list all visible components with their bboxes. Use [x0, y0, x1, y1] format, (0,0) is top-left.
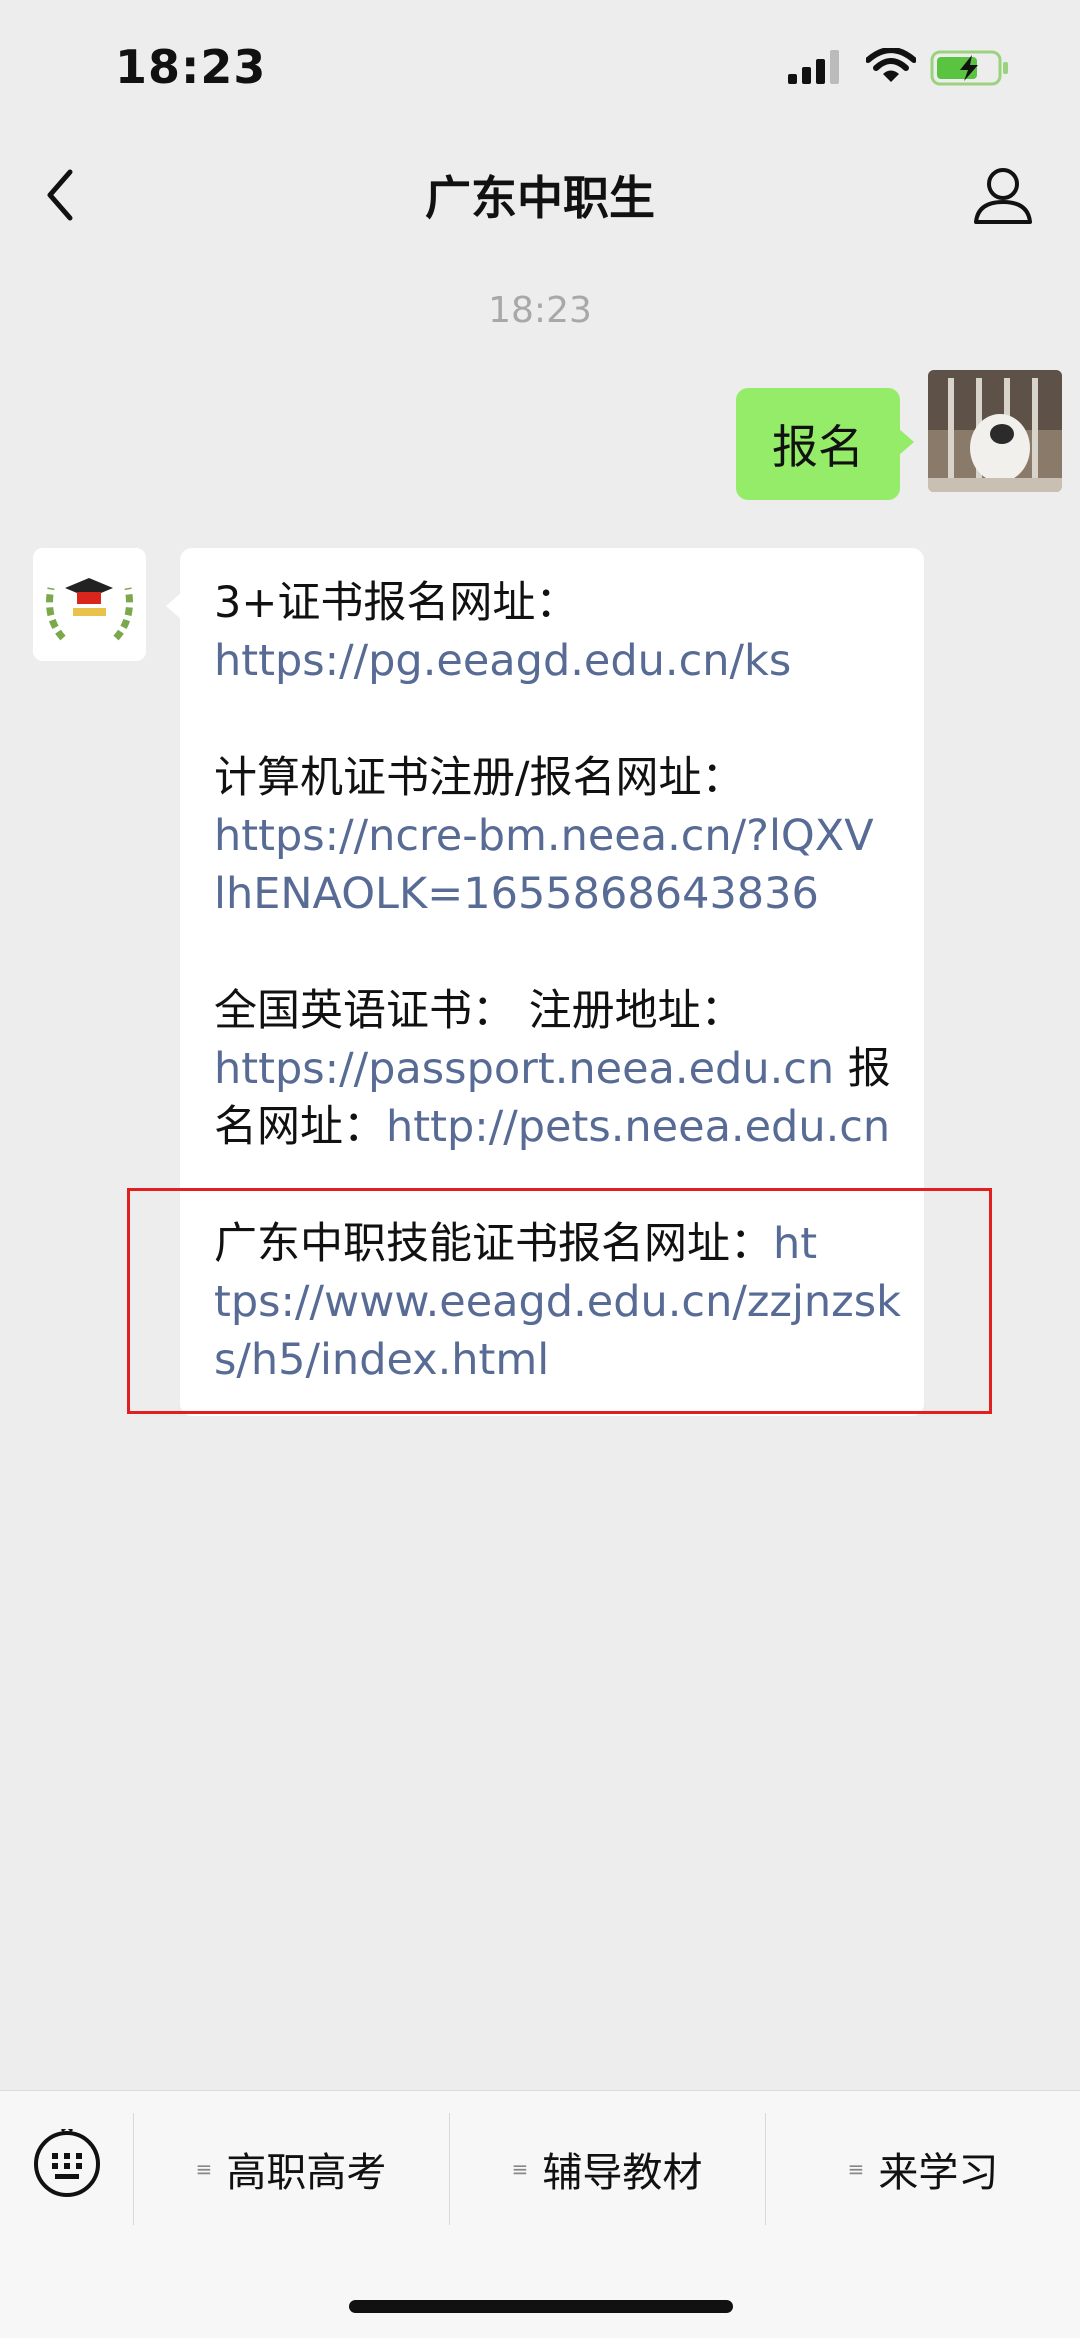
message-link[interactable]: lhENAOLK=1655868643836	[214, 865, 819, 923]
menu-item-label: 来学习	[878, 2150, 999, 2196]
menu-list-icon: ≡	[195, 2157, 213, 2181]
message-timestamp: 18:23	[488, 290, 592, 331]
status-bar: 18:23	[0, 0, 1080, 140]
menu-item-materials[interactable]: ≡ 辅导教材	[450, 2139, 764, 2199]
wifi-icon	[866, 48, 916, 82]
home-indicator[interactable]	[349, 2300, 733, 2313]
message-text: 计算机证书注册/报名网址：	[214, 753, 745, 803]
user-avatar[interactable]	[928, 370, 1062, 492]
keyboard-icon[interactable]	[32, 2129, 102, 2199]
message-line: 名网址：http://pets.neea.edu.cn	[214, 1098, 890, 1156]
message-line: https://passport.neea.edu.cn 报	[214, 1040, 891, 1098]
battery-icon	[930, 50, 1008, 86]
sent-message-bubble[interactable]: 报名	[736, 388, 914, 500]
message-text: 3+证书报名网址：	[214, 578, 579, 628]
message-link[interactable]: https://ncre-bm.neea.cn/?lQXV	[214, 807, 874, 865]
message-text: 报	[834, 1044, 891, 1094]
menu-item-label: 高职高考	[226, 2150, 387, 2196]
message-link[interactable]: https://pg.eeagd.edu.cn/ks	[214, 632, 791, 690]
sent-message-text: 报名	[772, 420, 864, 474]
official-account-avatar[interactable]	[33, 548, 146, 661]
message-text: 名网址：	[214, 1102, 386, 1152]
menu-list-icon: ≡	[511, 2157, 529, 2181]
highlight-box	[127, 1188, 992, 1414]
menu-item-study[interactable]: ≡ 来学习	[766, 2139, 1080, 2199]
chat-title: 广东中职生	[425, 171, 655, 225]
menu-item-label: 辅导教材	[542, 2150, 703, 2196]
navigation-bar: 广东中职生	[0, 140, 1080, 250]
message-text: 全国英语证书： 注册地址：	[214, 986, 744, 1036]
signal-icon	[788, 50, 839, 84]
menu-item-gaozhi[interactable]: ≡ 高职高考	[134, 2139, 448, 2199]
message-link[interactable]: https://passport.neea.edu.cn	[214, 1044, 834, 1094]
menu-list-icon: ≡	[847, 2157, 865, 2181]
status-time: 18:23	[115, 40, 267, 94]
message-link[interactable]: http://pets.neea.edu.cn	[386, 1102, 890, 1152]
profile-icon[interactable]	[970, 162, 1036, 228]
